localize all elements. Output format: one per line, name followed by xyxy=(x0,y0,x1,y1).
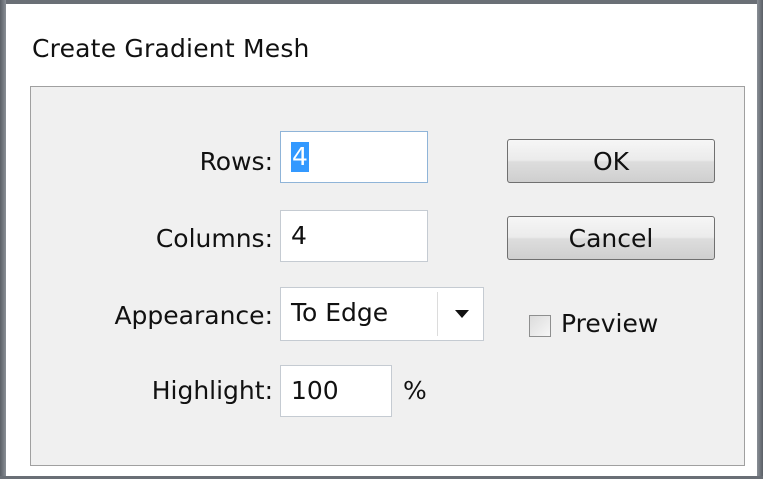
select-divider xyxy=(437,292,438,336)
highlight-input-value: 100 xyxy=(291,376,339,405)
appearance-select[interactable]: To Edge xyxy=(280,287,484,341)
columns-input-value: 4 xyxy=(291,221,307,250)
columns-label: Columns: xyxy=(155,224,273,253)
preview-label[interactable]: Preview xyxy=(561,309,658,338)
dialog-title: Create Gradient Mesh xyxy=(32,34,310,63)
appearance-select-value: To Edge xyxy=(291,298,389,327)
chevron-down-icon[interactable] xyxy=(455,310,469,318)
cancel-button[interactable]: Cancel xyxy=(507,216,715,260)
ok-button[interactable]: OK xyxy=(507,139,715,183)
window-border-right xyxy=(757,0,763,479)
create-gradient-mesh-dialog: Create Gradient Mesh Rows: 4 Columns: 4 … xyxy=(6,4,757,476)
options-panel: Rows: 4 Columns: 4 Appearance: To Edge H… xyxy=(30,86,745,466)
highlight-label: Highlight: xyxy=(151,376,273,405)
highlight-unit: % xyxy=(403,376,427,405)
rows-label: Rows: xyxy=(199,147,273,176)
page: Create Gradient Mesh Rows: 4 Columns: 4 … xyxy=(0,0,763,479)
rows-input[interactable]: 4 xyxy=(280,131,428,183)
checkbox-unchecked-icon[interactable] xyxy=(529,315,551,337)
highlight-input[interactable]: 100 xyxy=(280,365,392,417)
appearance-label: Appearance: xyxy=(114,301,273,330)
columns-input[interactable]: 4 xyxy=(280,210,428,262)
rows-input-value: 4 xyxy=(291,142,309,172)
